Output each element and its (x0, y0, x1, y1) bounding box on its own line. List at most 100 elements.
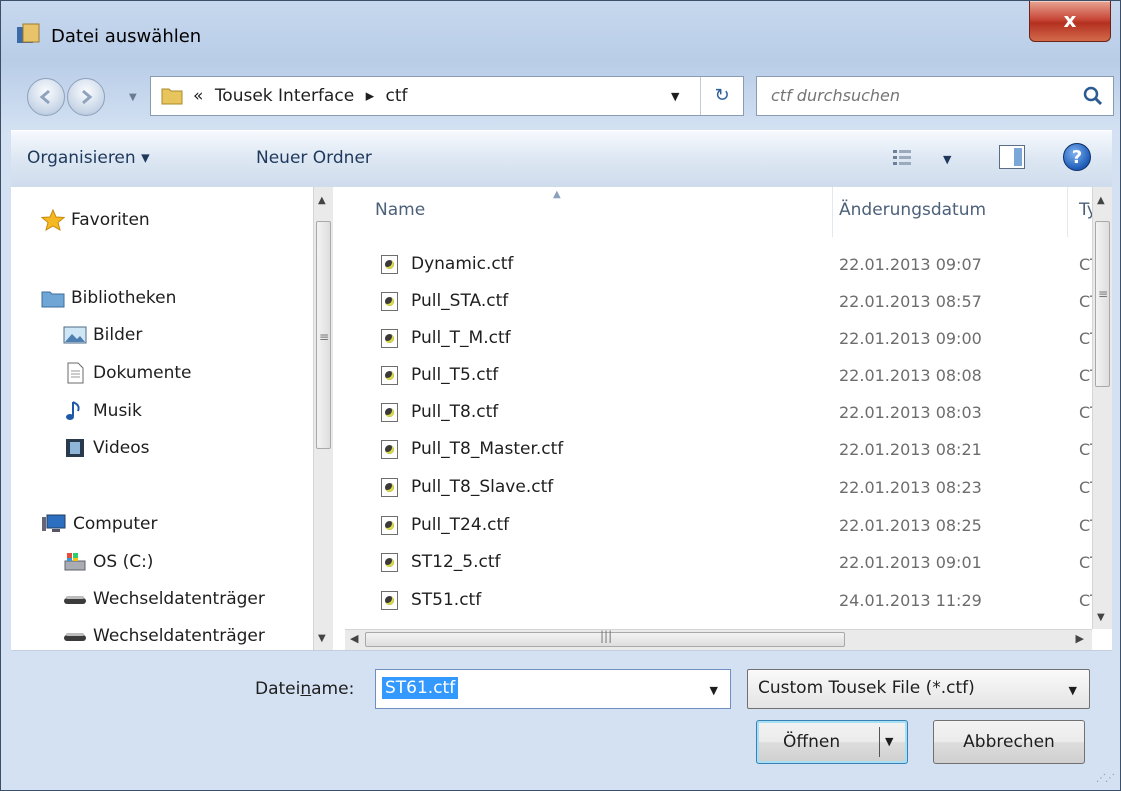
removable-drive-icon (64, 596, 86, 604)
file-type-dropdown[interactable]: ▼ (1069, 684, 1077, 697)
file-date: 22.01.2013 09:00 (839, 329, 982, 348)
scroll-down-arrow[interactable]: ▼ (1097, 612, 1105, 623)
nav-computer-label: Computer (73, 514, 158, 534)
nav-music[interactable]: Musik (63, 400, 142, 422)
ctf-file-icon (381, 329, 398, 348)
file-row[interactable]: Pull_T5.ctf 22.01.2013 08:08 CT (345, 356, 1100, 394)
nav-removable-drive-2-label: Wechseldatenträger (93, 626, 265, 646)
new-folder-button[interactable]: Neuer Ordner (256, 148, 372, 168)
column-header-name[interactable]: Name (375, 200, 425, 220)
search-box[interactable] (756, 76, 1114, 116)
scroll-up-arrow[interactable]: ▲ (318, 195, 326, 206)
file-type-filter-value: Custom Tousek File (*.ctf) (758, 678, 975, 698)
open-options-dropdown[interactable]: ▼ (885, 721, 893, 763)
views-icon[interactable] (891, 147, 913, 169)
file-name: Pull_T5.ctf (411, 365, 499, 385)
ctf-file-icon (381, 516, 398, 535)
file-row[interactable]: Pull_T_M.ctf 22.01.2013 09:00 CT (345, 319, 1100, 357)
file-name: Dynamic.ctf (411, 254, 514, 274)
file-date: 22.01.2013 08:23 (839, 478, 982, 497)
folder-icon (161, 88, 183, 105)
file-name: Pull_STA.ctf (411, 291, 509, 311)
scroll-up-arrow[interactable]: ▲ (1097, 195, 1105, 206)
pane-divider[interactable] (333, 187, 345, 650)
file-row[interactable]: Pull_T8_Slave.ctf 22.01.2013 08:23 CT (345, 468, 1100, 506)
address-bar[interactable]: « Tousek Interface ▸ ctf ▼ ↻ (150, 76, 744, 116)
navigation-pane: Favoriten Bibliotheken Bilder Dokumente … (11, 187, 333, 650)
browser-panes: Favoriten Bibliotheken Bilder Dokumente … (11, 187, 1112, 651)
file-type-filter[interactable]: Custom Tousek File (*.ctf) ▼ (747, 669, 1090, 709)
file-date: 24.01.2013 11:29 (839, 591, 982, 610)
refresh-icon: ↻ (714, 85, 730, 106)
nav-removable-drive-1[interactable]: Wechseldatenträger (63, 588, 265, 610)
scroll-right-arrow[interactable]: ▶ (1076, 632, 1084, 645)
ctf-file-icon (381, 255, 398, 274)
ctf-file-icon (381, 478, 398, 497)
column-separator[interactable] (832, 187, 833, 237)
nav-favorites[interactable]: Favoriten (41, 209, 150, 231)
removable-drive-icon (64, 633, 86, 641)
open-button[interactable]: Öffnen ▼ (756, 720, 908, 764)
search-icon (1083, 86, 1103, 106)
organize-menu[interactable]: Organisieren ▾ (27, 148, 150, 168)
filename-label-part: ame: (311, 679, 355, 699)
back-arrow-icon (39, 89, 50, 105)
breadcrumb-separator[interactable]: ▸ (366, 86, 375, 106)
forward-arrow-icon (82, 89, 93, 105)
nav-scrollbar[interactable]: ▲ ≡ ▼ (313, 187, 333, 650)
breadcrumb-tousek-interface[interactable]: Tousek Interface (215, 86, 354, 106)
search-input[interactable] (769, 85, 1073, 106)
nav-removable-drive-2[interactable]: Wechseldatenträger (63, 625, 265, 647)
views-dropdown[interactable]: ▼ (943, 153, 951, 166)
nav-computer[interactable]: Computer (41, 513, 158, 535)
cancel-button[interactable]: Abbrechen (933, 720, 1085, 764)
preview-pane-button[interactable] (999, 145, 1025, 169)
nav-documents-label: Dokumente (93, 363, 192, 383)
close-button[interactable]: x (1029, 1, 1111, 42)
column-separator[interactable] (1067, 187, 1068, 237)
file-date: 22.01.2013 08:57 (839, 292, 982, 311)
nav-favorites-label: Favoriten (71, 210, 150, 230)
filename-dropdown[interactable]: ▼ (710, 684, 718, 697)
breadcrumb[interactable]: « Tousek Interface ▸ ctf (193, 86, 414, 106)
file-open-dialog: Datei auswählen x ▼ « Tousek Interface ▸… (0, 0, 1121, 791)
filename-label: Dateiname: (255, 679, 354, 699)
file-row[interactable]: ST51.ctf 24.01.2013 11:29 CT (345, 581, 1100, 619)
file-row[interactable]: Pull_T8.ctf 22.01.2013 08:03 CT (345, 393, 1100, 431)
filename-combobox[interactable]: ST61.ctf ▼ (375, 669, 731, 709)
file-row[interactable]: Pull_T8_Master.ctf 22.01.2013 08:21 CT (345, 430, 1100, 468)
nav-libraries[interactable]: Bibliotheken (41, 287, 176, 309)
file-row[interactable]: ST12_5.ctf 22.01.2013 09:01 CT (345, 543, 1100, 581)
nav-documents[interactable]: Dokumente (63, 362, 192, 384)
open-button-label: Öffnen (783, 732, 841, 752)
file-row[interactable]: Dynamic.ctf 22.01.2013 09:07 CT (345, 245, 1100, 283)
breadcrumb-ctf[interactable]: ctf (386, 86, 408, 106)
file-list-vertical-scrollbar[interactable]: ▲ ≡ ▼ (1092, 187, 1112, 629)
forward-button[interactable] (67, 78, 105, 116)
address-dropdown[interactable]: ▼ (671, 90, 679, 103)
documents-icon (67, 362, 84, 384)
nav-videos[interactable]: Videos (63, 437, 150, 459)
file-date: 22.01.2013 08:21 (839, 440, 982, 459)
vertical-scroll-thumb[interactable] (1095, 221, 1110, 387)
file-list-horizontal-scrollbar[interactable]: ◀ ||| ▶ (345, 629, 1092, 650)
title-bar[interactable]: Datei auswählen x (1, 1, 1120, 53)
back-button[interactable] (27, 78, 65, 116)
filename-input[interactable]: ST61.ctf (382, 677, 459, 699)
refresh-button[interactable]: ↻ (700, 77, 743, 115)
recent-locations-dropdown[interactable]: ▼ (129, 92, 137, 103)
scroll-left-arrow[interactable]: ◀ (350, 632, 358, 645)
file-date: 22.01.2013 09:07 (839, 255, 982, 274)
nav-pictures[interactable]: Bilder (63, 325, 142, 345)
nav-pictures-label: Bilder (93, 325, 143, 345)
file-row[interactable]: Pull_STA.ctf 22.01.2013 08:57 CT (345, 282, 1100, 320)
system-drive-icon (64, 553, 86, 571)
resize-grip[interactable]: ⋰⋰ (1096, 773, 1115, 784)
breadcrumb-overflow[interactable]: « (193, 86, 203, 106)
file-name: Pull_T8_Slave.ctf (411, 477, 554, 497)
file-row[interactable]: Pull_T24.ctf 22.01.2013 08:25 CT (345, 506, 1100, 544)
column-header-date[interactable]: Änderungsdatum (839, 200, 986, 220)
scroll-down-arrow[interactable]: ▼ (318, 633, 326, 644)
help-button[interactable]: ? (1063, 143, 1091, 171)
nav-drive-c[interactable]: OS (C:) (63, 551, 153, 573)
